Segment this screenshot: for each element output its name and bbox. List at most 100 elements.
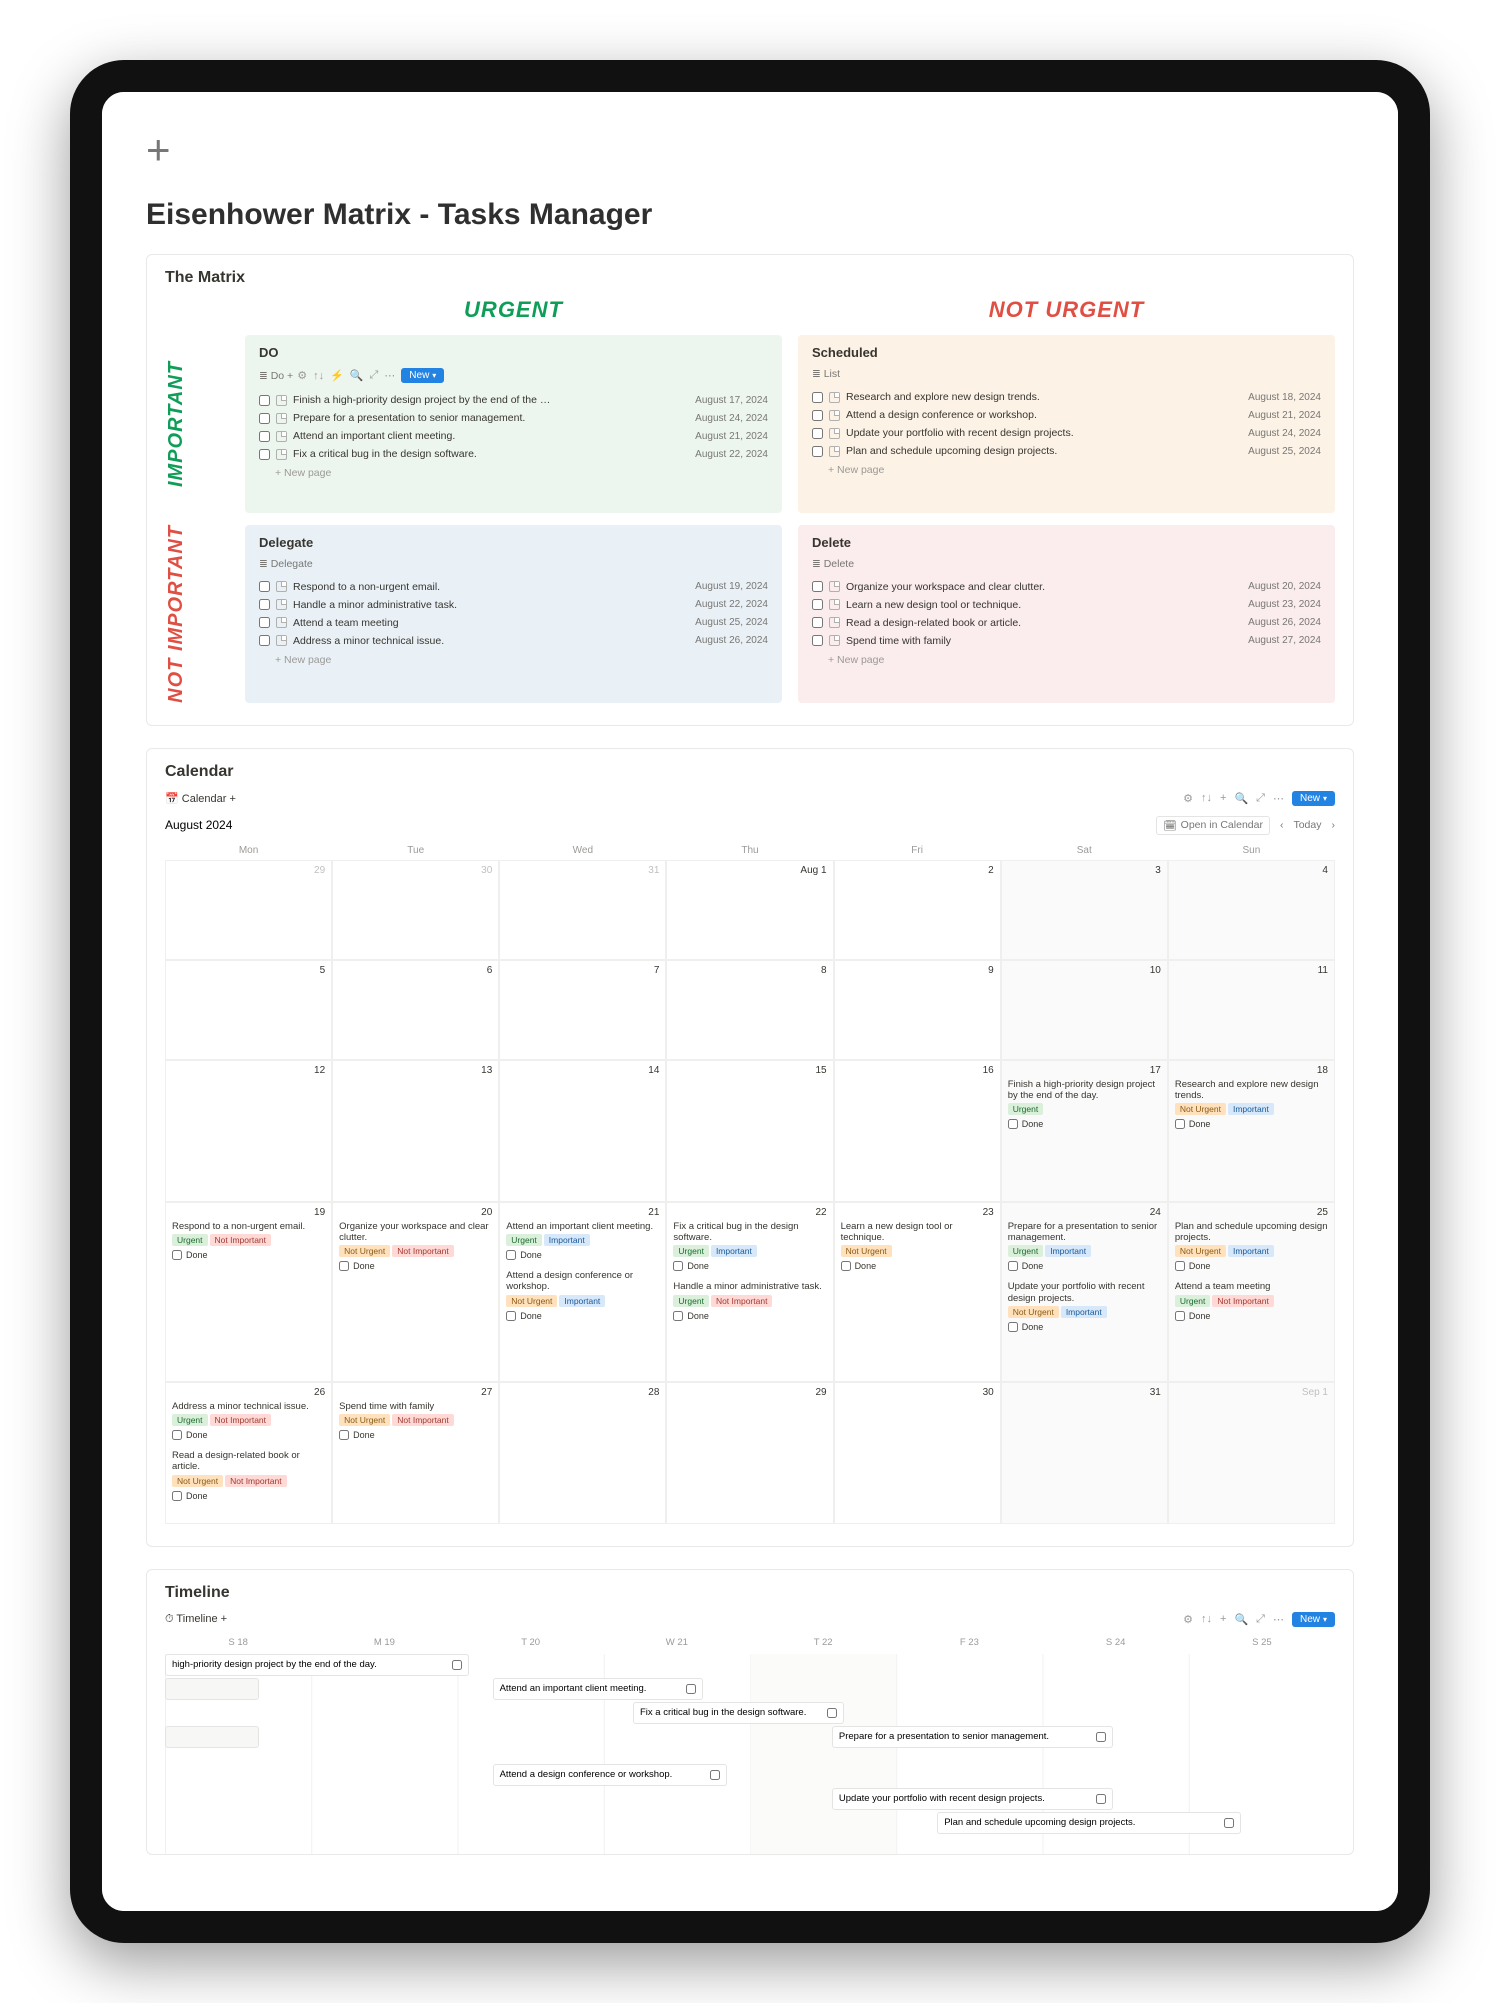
timeline-bar[interactable]: Plan and schedule upcoming design projec… [937,1812,1241,1834]
calendar-cell[interactable]: 4 [1168,860,1335,960]
filter-icon[interactable]: ⚙ [1183,1613,1193,1626]
calendar-event[interactable]: Handle a minor administrative task. Urge… [673,1281,826,1320]
calendar-event[interactable]: Organize your workspace and clear clutte… [339,1221,492,1272]
timeline-bar[interactable]: Prepare for a presentation to senior man… [832,1726,1113,1748]
new-button[interactable]: New [1292,1612,1335,1627]
calendar-cell[interactable]: 31 [499,860,666,960]
calendar-event[interactable]: Attend an important client meeting. Urge… [506,1221,659,1260]
add-page-button[interactable]: + [146,126,1354,174]
task-row[interactable]: Update your portfolio with recent design… [812,424,1321,442]
calendar-cell[interactable]: 30 [834,1382,1001,1524]
calendar-event[interactable]: Prepare for a presentation to senior man… [1008,1221,1161,1272]
task-row[interactable]: Prepare for a presentation to senior man… [259,409,768,427]
calendar-cell[interactable]: 9 [834,960,1001,1060]
sort-icon[interactable]: ↑↓ [1201,1613,1212,1625]
calendar-cell[interactable]: 13 [332,1060,499,1202]
calendar-cell[interactable]: 18 Research and explore new design trend… [1168,1060,1335,1202]
calendar-event[interactable]: Read a design-related book or article. N… [172,1450,325,1501]
add-icon[interactable]: + [1220,792,1226,804]
calendar-cell[interactable]: Sep 1 [1168,1382,1335,1524]
calendar-event[interactable]: Plan and schedule upcoming design projec… [1175,1221,1328,1272]
task-checkbox[interactable] [812,617,823,628]
expand-icon[interactable]: ⤢ [1256,1613,1265,1626]
quadrant-delegate[interactable]: Delegate ≣ Delegate Respond to a non-urg… [245,525,782,703]
calendar-cell[interactable]: 6 [332,960,499,1060]
more-icon[interactable]: ⋯ [384,369,395,382]
done-checkbox[interactable] [673,1261,683,1271]
search-icon[interactable]: 🔍 [1234,1613,1248,1626]
calendar-cell[interactable]: 3 [1001,860,1168,960]
search-icon[interactable]: 🔍 [1234,792,1248,805]
quadrant-do[interactable]: DO ≣ Do + ⚙ ↑↓ ⚡ 🔍 ⤢ ⋯ New [245,335,782,513]
task-row[interactable]: Spend time with family August 27, 2024 [812,632,1321,650]
automation-icon[interactable]: ⚡ [330,369,344,382]
calendar-event[interactable]: Fix a critical bug in the design softwar… [673,1221,826,1272]
task-checkbox[interactable] [812,410,823,421]
calendar-event[interactable]: Address a minor technical issue. UrgentN… [172,1401,325,1440]
done-checkbox[interactable] [1008,1261,1018,1271]
calendar-cell[interactable]: Aug 1 [666,860,833,960]
task-row[interactable]: Learn a new design tool or technique. Au… [812,596,1321,614]
calendar-cell[interactable]: 24 Prepare for a presentation to senior … [1001,1202,1168,1382]
calendar-cell[interactable]: 29 [666,1382,833,1524]
task-checkbox[interactable] [259,581,270,592]
timeline-bar[interactable]: high-priority design project by the end … [165,1654,469,1676]
done-checkbox[interactable] [172,1430,182,1440]
done-checkbox[interactable] [1008,1322,1018,1332]
calendar-cell[interactable]: 12 [165,1060,332,1202]
add-icon[interactable]: + [1220,1613,1226,1625]
timeline-bar-checkbox[interactable] [827,1708,837,1718]
task-checkbox[interactable] [259,431,270,442]
timeline-bar-checkbox[interactable] [1096,1794,1106,1804]
do-view-tab[interactable]: ≣ Do + [259,370,293,382]
task-row[interactable]: Finish a high-priority design project by… [259,391,768,409]
task-row[interactable]: Handle a minor administrative task. Augu… [259,596,768,614]
calendar-cell[interactable]: 11 [1168,960,1335,1060]
task-checkbox[interactable] [812,428,823,439]
new-page-scheduled[interactable]: + New page [812,460,1321,476]
task-row[interactable]: Fix a critical bug in the design softwar… [259,445,768,463]
calendar-cell[interactable]: 14 [499,1060,666,1202]
calendar-cell[interactable]: 26 Address a minor technical issue. Urge… [165,1382,332,1524]
done-checkbox[interactable] [172,1491,182,1501]
calendar-event[interactable]: Research and explore new design trends. … [1175,1079,1328,1130]
task-row[interactable]: Respond to a non-urgent email. August 19… [259,578,768,596]
task-row[interactable]: Research and explore new design trends. … [812,388,1321,406]
timeline-bar-empty[interactable] [165,1726,259,1748]
calendar-cell[interactable]: 25 Plan and schedule upcoming design pro… [1168,1202,1335,1382]
search-icon[interactable]: 🔍 [350,369,364,382]
timeline-view-tab[interactable]: ⏱ Timeline + [165,1613,227,1626]
done-checkbox[interactable] [339,1261,349,1271]
calendar-event[interactable]: Respond to a non-urgent email. UrgentNot… [172,1221,325,1260]
task-checkbox[interactable] [812,392,823,403]
task-row[interactable]: Attend an important client meeting. Augu… [259,427,768,445]
calendar-cell[interactable]: 10 [1001,960,1168,1060]
task-row[interactable]: Address a minor technical issue. August … [259,632,768,650]
expand-icon[interactable]: ⤢ [369,369,378,382]
delegate-view-tab[interactable]: ≣ Delegate [259,558,313,570]
task-row[interactable]: Organize your workspace and clear clutte… [812,578,1321,596]
calendar-cell[interactable]: 8 [666,960,833,1060]
done-checkbox[interactable] [506,1311,516,1321]
quadrant-delete[interactable]: Delete ≣ Delete Organize your workspace … [798,525,1335,703]
done-checkbox[interactable] [841,1261,851,1271]
sort-icon[interactable]: ↑↓ [313,370,324,382]
timeline-bar[interactable]: Attend an important client meeting. [493,1678,704,1700]
task-checkbox[interactable] [259,413,270,424]
calendar-cell[interactable]: 2 [834,860,1001,960]
more-icon[interactable]: ⋯ [1273,792,1284,805]
more-icon[interactable]: ⋯ [1273,1613,1284,1626]
calendar-cell[interactable]: 23 Learn a new design tool or technique.… [834,1202,1001,1382]
done-checkbox[interactable] [1175,1119,1185,1129]
quadrant-scheduled[interactable]: Scheduled ≣ List Research and explore ne… [798,335,1335,513]
scheduled-view-tab[interactable]: ≣ List [812,368,840,380]
new-page-delete[interactable]: + New page [812,650,1321,666]
calendar-event[interactable]: Attend a design conference or workshop. … [506,1270,659,1321]
timeline-bar-checkbox[interactable] [710,1770,720,1780]
task-checkbox[interactable] [259,635,270,646]
today-button[interactable]: Today [1293,819,1321,831]
expand-icon[interactable]: ⤢ [1256,792,1265,805]
calendar-cell[interactable]: 16 [834,1060,1001,1202]
filter-icon[interactable]: ⚙ [297,369,307,382]
calendar-cell[interactable]: 19 Respond to a non-urgent email. Urgent… [165,1202,332,1382]
